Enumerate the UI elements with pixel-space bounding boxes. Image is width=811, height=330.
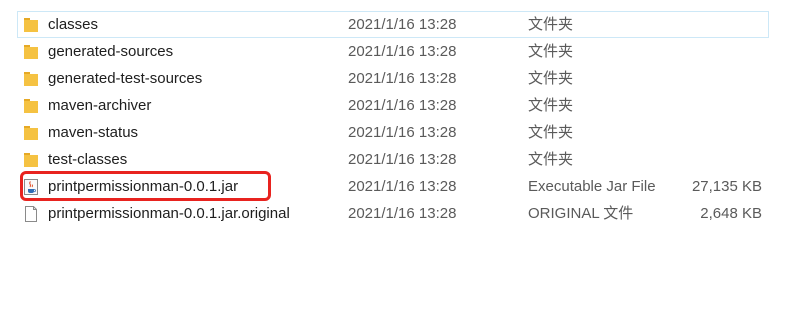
- file-date: 2021/1/16 13:28: [348, 151, 457, 168]
- file-name: test-classes: [48, 151, 128, 168]
- file-row-generated-test-sources[interactable]: generated-test-sources 2021/1/16 13:28 文…: [17, 65, 769, 92]
- file-type: 文件夹: [528, 97, 574, 114]
- file-date: 2021/1/16 13:28: [348, 178, 457, 195]
- folder-icon: [23, 43, 39, 61]
- file-row-maven-status[interactable]: maven-status 2021/1/16 13:28 文件夹: [17, 119, 769, 146]
- folder-icon: [23, 151, 39, 169]
- file-size: 2,648 KB: [700, 205, 762, 222]
- file-date: 2021/1/16 13:28: [348, 16, 457, 33]
- file-name: maven-archiver: [48, 97, 152, 114]
- file-list: classes 2021/1/16 13:28 文件夹 generated-so…: [17, 11, 769, 227]
- file-row-jar-original[interactable]: printpermissionman-0.0.1.jar.original 20…: [17, 200, 769, 227]
- java-jar-icon: [23, 178, 39, 196]
- file-name: generated-sources: [48, 43, 174, 60]
- file-date: 2021/1/16 13:28: [348, 97, 457, 114]
- file-type: ORIGINAL 文件: [528, 205, 634, 222]
- file-type: 文件夹: [528, 124, 574, 141]
- file-size: 27,135 KB: [691, 178, 762, 195]
- file-name: generated-test-sources: [48, 70, 203, 87]
- blank-file-icon: [23, 205, 39, 223]
- file-date: 2021/1/16 13:28: [348, 70, 457, 87]
- file-type: Executable Jar File: [528, 178, 656, 195]
- file-name: classes: [48, 16, 99, 33]
- file-row-classes[interactable]: classes 2021/1/16 13:28 文件夹: [17, 11, 769, 38]
- file-type: 文件夹: [528, 70, 574, 87]
- file-name: printpermissionman-0.0.1.jar: [48, 178, 239, 195]
- folder-icon: [23, 97, 39, 115]
- file-row-generated-sources[interactable]: generated-sources 2021/1/16 13:28 文件夹: [17, 38, 769, 65]
- file-date: 2021/1/16 13:28: [348, 124, 457, 141]
- file-type: 文件夹: [528, 43, 574, 60]
- file-date: 2021/1/16 13:28: [348, 43, 457, 60]
- file-row-maven-archiver[interactable]: maven-archiver 2021/1/16 13:28 文件夹: [17, 92, 769, 119]
- file-type: 文件夹: [528, 151, 574, 168]
- file-row-jar[interactable]: printpermissionman-0.0.1.jar 2021/1/16 1…: [17, 173, 769, 200]
- folder-icon: [23, 16, 39, 34]
- file-name: printpermissionman-0.0.1.jar.original: [48, 205, 290, 222]
- file-type: 文件夹: [528, 16, 574, 33]
- file-row-test-classes[interactable]: test-classes 2021/1/16 13:28 文件夹: [17, 146, 769, 173]
- file-date: 2021/1/16 13:28: [348, 205, 457, 222]
- file-name: maven-status: [48, 124, 139, 141]
- folder-icon: [23, 124, 39, 142]
- folder-icon: [23, 70, 39, 88]
